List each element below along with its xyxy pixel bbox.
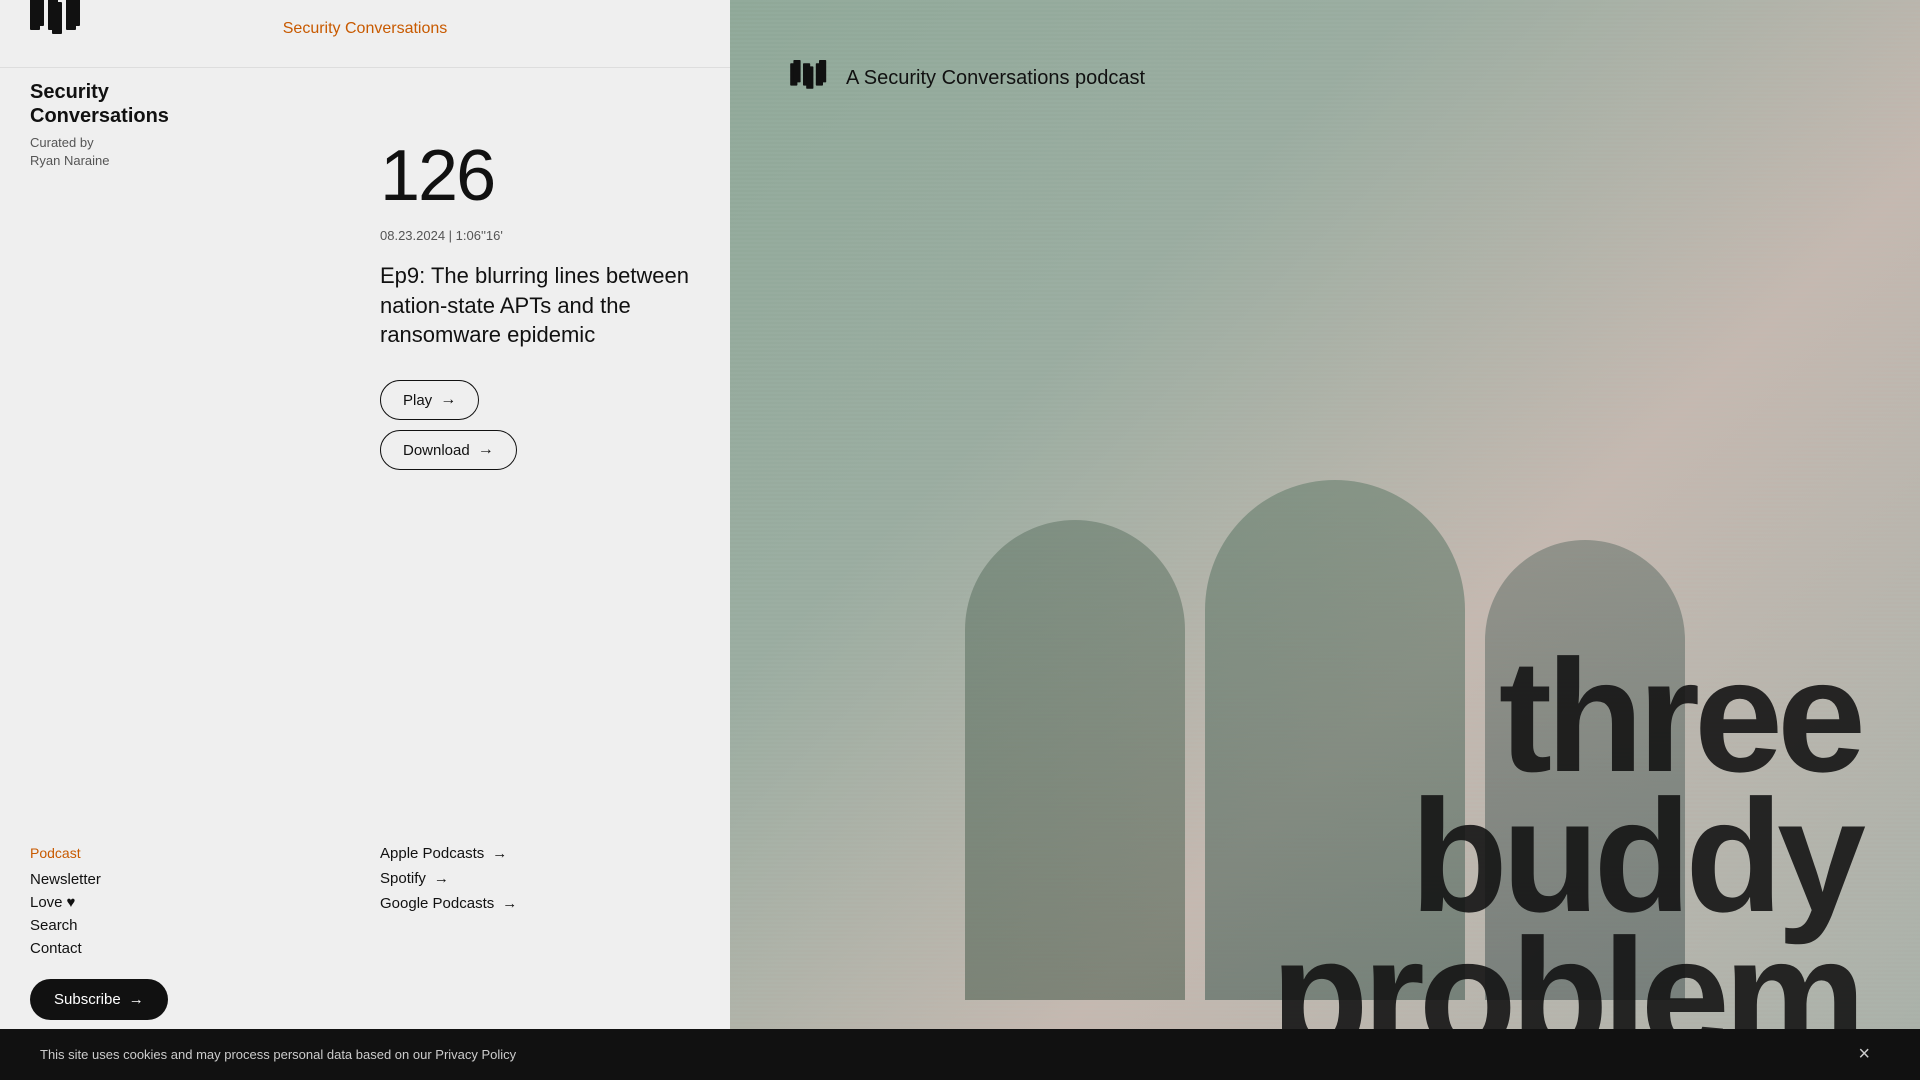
big-text-line2: buddy	[1271, 790, 1900, 921]
sidebar-title: Security Conversations	[30, 80, 169, 128]
curator-label: Curated by Ryan Naraine	[30, 134, 169, 170]
contact-link[interactable]: Contact	[30, 940, 220, 957]
spotify-arrow-icon: →	[434, 870, 449, 887]
episode-title: Ep9: The blurring lines between nation-s…	[380, 261, 700, 350]
sidebar-title-area: Security Conversations Curated by Ryan N…	[30, 80, 169, 170]
apple-arrow-icon: →	[492, 845, 507, 862]
cookie-close-button[interactable]: ×	[1848, 1043, 1880, 1066]
right-panel: A Security Conversations podcast three b…	[730, 0, 1920, 1080]
cookie-message: This site uses cookies and may process p…	[40, 1047, 516, 1062]
big-text-overlay: three buddy problem	[1271, 650, 1900, 1060]
bottom-section: Podcast Newsletter Love ♥ Search Contact…	[0, 845, 730, 1020]
big-text-line1: three	[1271, 650, 1900, 781]
logo[interactable]	[30, 0, 82, 34]
cookie-banner: This site uses cookies and may process p…	[0, 1029, 1920, 1080]
play-arrow-icon: →	[440, 391, 456, 409]
podcast-section-label: Podcast	[30, 845, 220, 861]
search-link[interactable]: Search	[30, 917, 220, 934]
google-arrow-icon: →	[502, 895, 517, 912]
download-arrow-icon: →	[478, 441, 494, 459]
heart-icon: ♥	[67, 894, 76, 911]
subscribe-button[interactable]: Subscribe →	[30, 979, 168, 1020]
episode-content: 126 08.23.2024 | 1:06''16' Ep9: The blur…	[380, 140, 700, 510]
bottom-nav: Podcast Newsletter Love ♥ Search Contact…	[0, 845, 220, 1020]
cover-logo-area: A Security Conversations podcast	[790, 60, 1145, 97]
love-link[interactable]: Love ♥	[30, 894, 220, 911]
apple-podcasts-link[interactable]: Apple Podcasts →	[380, 845, 517, 862]
newsletter-link[interactable]: Newsletter	[30, 871, 220, 888]
platform-links: Apple Podcasts → Spotify → Google Podcas…	[220, 845, 517, 1020]
cover-logo-icon	[790, 60, 832, 97]
episode-meta: 08.23.2024 | 1:06''16'	[380, 228, 700, 243]
spotify-link[interactable]: Spotify →	[380, 870, 517, 887]
play-button[interactable]: Play →	[380, 380, 479, 420]
subscribe-arrow-icon: →	[129, 991, 144, 1008]
download-button[interactable]: Download →	[380, 430, 517, 470]
action-buttons: Play → Download →	[380, 380, 700, 470]
left-panel: Security Conversations Security Conversa…	[0, 0, 730, 1080]
episode-number: 126	[380, 140, 700, 212]
google-podcasts-link[interactable]: Google Podcasts →	[380, 895, 517, 912]
brand-header-link[interactable]: Security Conversations	[283, 20, 448, 38]
cover-podcast-name: A Security Conversations podcast	[846, 67, 1145, 90]
